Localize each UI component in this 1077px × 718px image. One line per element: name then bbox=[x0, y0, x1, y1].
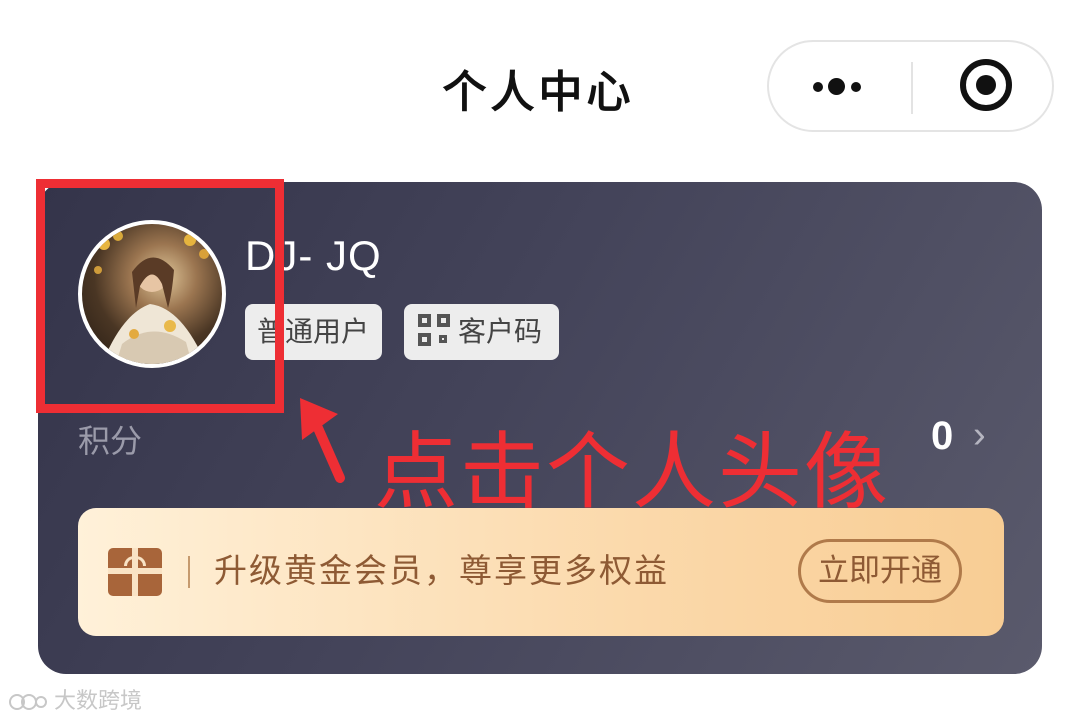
vip-divider bbox=[188, 556, 190, 588]
mini-program-capsule bbox=[767, 40, 1054, 132]
watermark-text: 大数跨境 bbox=[54, 689, 143, 714]
points-label: 积分 bbox=[78, 422, 143, 460]
customer-code-label: 客户码 bbox=[458, 315, 543, 348]
vip-promo-text: 升级黄金会员，尊享更多权益 bbox=[214, 551, 669, 590]
watermark: 大数跨境 bbox=[8, 683, 142, 715]
watermark-logo-icon bbox=[9, 694, 47, 710]
more-button[interactable] bbox=[769, 42, 911, 130]
avatar-highlight-box bbox=[36, 179, 284, 413]
activate-now-button[interactable]: 立即开通 bbox=[798, 539, 962, 603]
points-value[interactable]: 0 bbox=[931, 414, 953, 459]
close-button[interactable] bbox=[913, 42, 1052, 130]
customer-code-button[interactable]: 客户码 bbox=[404, 304, 559, 360]
annotation-text: 点击个人头像 bbox=[374, 423, 891, 521]
vip-upgrade-banner[interactable]: 升级黄金会员，尊享更多权益 立即开通 bbox=[78, 508, 1004, 636]
qr-code-icon bbox=[418, 314, 450, 346]
chevron-right-icon[interactable]: › bbox=[973, 414, 986, 457]
gift-icon bbox=[108, 548, 162, 596]
